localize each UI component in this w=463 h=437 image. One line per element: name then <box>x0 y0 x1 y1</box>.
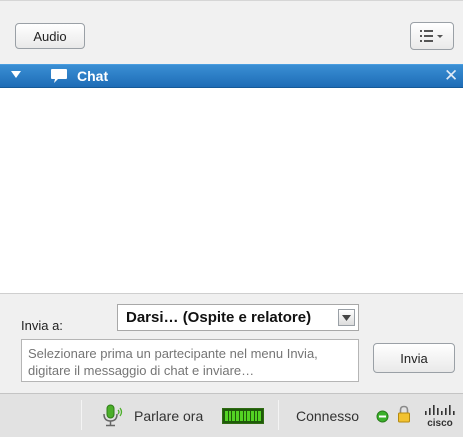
top-toolbar: Audio <box>0 0 463 64</box>
speech-bubble-icon <box>51 69 67 83</box>
chevron-down-icon[interactable] <box>338 309 355 326</box>
chat-compose-area: Invia a: Darsi… (Ospite e relatore) Invi… <box>0 293 463 393</box>
close-icon[interactable]: ✕ <box>444 66 458 86</box>
send-to-label: Invia a: <box>21 318 63 333</box>
audio-button[interactable]: Audio <box>15 23 85 49</box>
panel-menu-button[interactable] <box>410 22 454 50</box>
microphone-icon[interactable] <box>102 404 124 428</box>
chat-messages-area[interactable] <box>0 88 463 293</box>
send-to-selected-value: Darsi… (Ospite e relatore) <box>126 309 312 326</box>
speak-now-label: Parlare ora <box>134 408 204 424</box>
status-divider <box>278 400 279 430</box>
lock-icon[interactable] <box>397 405 411 423</box>
cisco-logo: cisco <box>425 405 455 429</box>
send-to-dropdown[interactable]: Darsi… (Ospite e relatore) <box>117 304 359 331</box>
status-bar: Parlare ora Connesso cisco <box>0 393 463 437</box>
list-menu-icon <box>420 30 443 42</box>
chat-panel-header[interactable]: Chat ✕ <box>0 64 463 88</box>
connection-status-icon <box>376 410 389 423</box>
connection-status-label: Connesso <box>296 408 360 424</box>
chat-panel-title: Chat <box>77 68 109 84</box>
triangle-down-icon[interactable] <box>10 70 22 80</box>
send-button[interactable]: Invia <box>373 343 455 373</box>
status-divider <box>81 400 82 430</box>
chat-message-input[interactable] <box>21 339 359 382</box>
cisco-logo-text: cisco <box>427 418 453 429</box>
audio-level-meter <box>222 408 264 424</box>
